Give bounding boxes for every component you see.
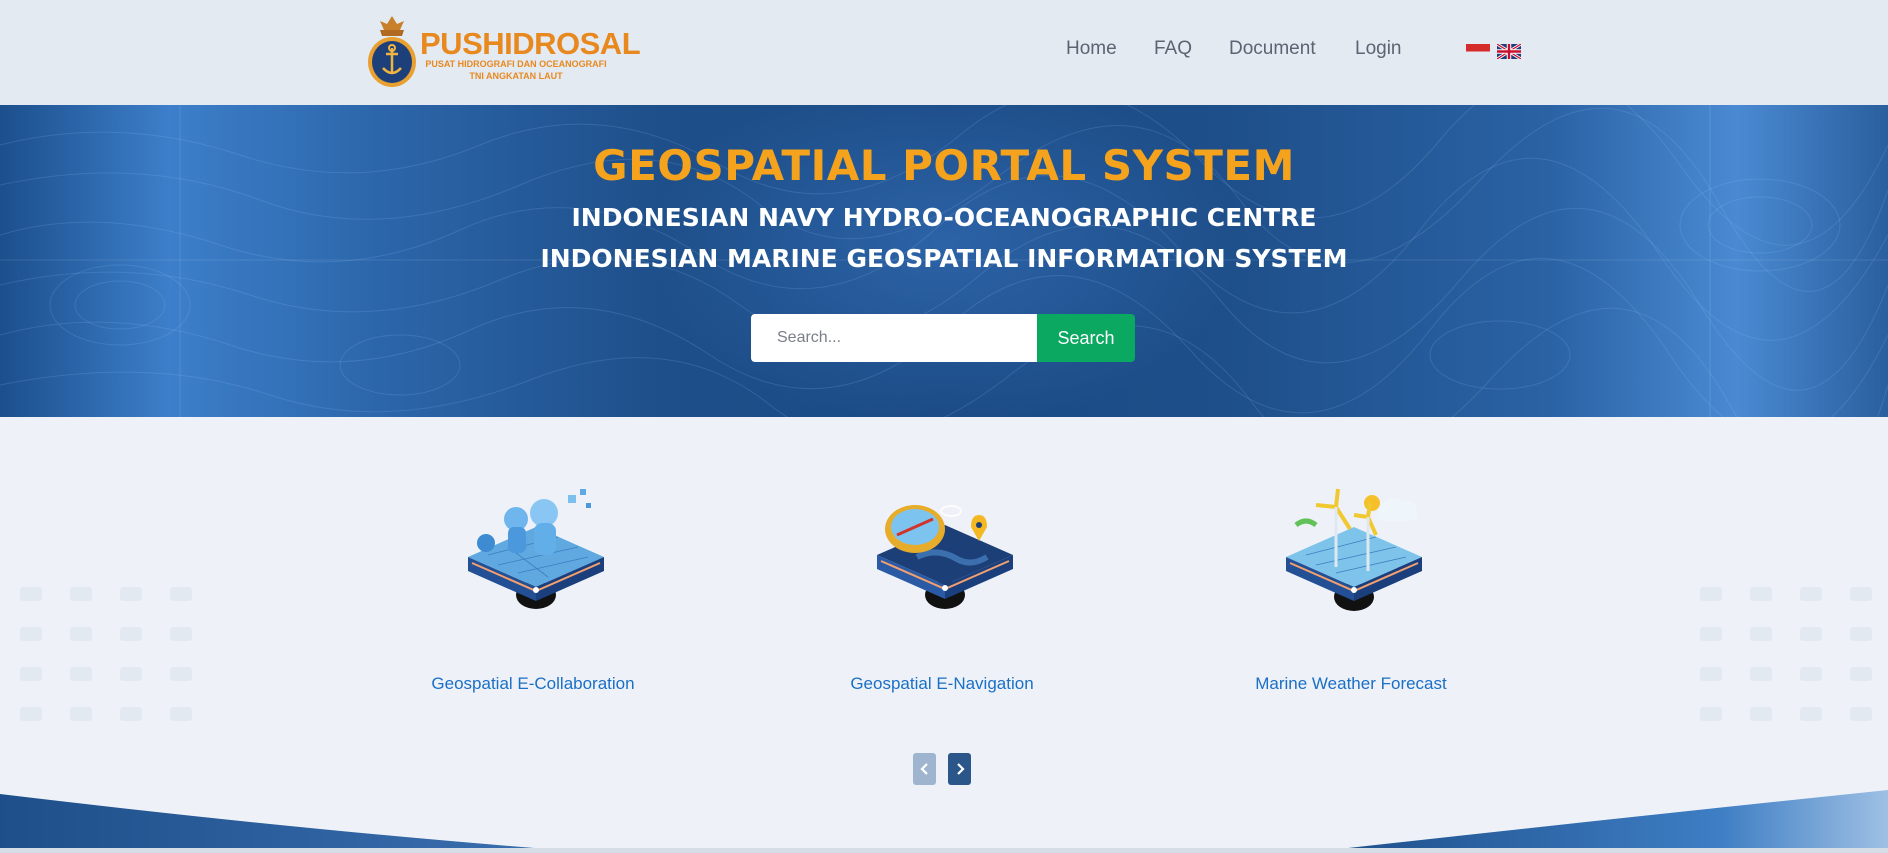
search-input[interactable] [751, 314, 1037, 362]
page: PUSHIDROSAL PUSAT HIDROGRAFI DAN OCEANOG… [0, 0, 1888, 853]
nav-login[interactable]: Login [1355, 38, 1402, 60]
nav-home[interactable]: Home [1066, 38, 1117, 60]
service-card-weather-forecast[interactable] [1221, 477, 1481, 707]
service-label-e-navigation[interactable]: Geospatial E-Navigation [812, 674, 1072, 694]
footer-wave-decoration [0, 790, 1888, 853]
uk-flag-icon[interactable] [1497, 44, 1521, 59]
service-card-e-navigation[interactable] [812, 477, 1072, 707]
nav-document[interactable]: Document [1229, 38, 1316, 60]
chevron-right-icon [956, 763, 965, 775]
service-label-weather-forecast[interactable]: Marine Weather Forecast [1221, 674, 1481, 694]
site-logo[interactable]: PUSHIDROSAL PUSAT HIDROGRAFI DAN OCEANOG… [366, 12, 641, 88]
logo-subtitle: PUSAT HIDROGRAFI DAN OCEANOGRAFI TNI ANG… [425, 59, 607, 81]
navy-emblem-icon [368, 16, 416, 87]
services-section: Geospatial E-Collaboration Geospatial E-… [0, 417, 1888, 853]
site-header: PUSHIDROSAL PUSAT HIDROGRAFI DAN OCEANOG… [0, 0, 1888, 105]
nav-faq[interactable]: FAQ [1154, 38, 1192, 60]
search-button[interactable]: Search [1037, 314, 1135, 362]
hero-banner: GEOSPATIAL PORTAL SYSTEM INDONESIAN NAVY… [0, 105, 1888, 417]
carousel-next-button[interactable] [948, 753, 971, 785]
indonesia-flag-icon[interactable] [1466, 44, 1490, 59]
hero-subtitle-system: INDONESIAN MARINE GEOSPATIAL INFORMATION… [540, 244, 1348, 273]
service-label-e-collaboration[interactable]: Geospatial E-Collaboration [403, 674, 663, 694]
logo-title: PUSHIDROSAL [420, 26, 641, 61]
chevron-left-icon [919, 763, 928, 775]
hero-title: GEOSPATIAL PORTAL SYSTEM [593, 141, 1295, 190]
service-card-e-collaboration[interactable] [403, 477, 663, 707]
weather-forecast-icon [1286, 488, 1422, 611]
e-navigation-icon [877, 505, 1013, 609]
e-collaboration-icon [468, 489, 604, 609]
hero-subtitle-centre: INDONESIAN NAVY HYDRO-OCEANOGRAPHIC CENT… [571, 203, 1317, 232]
carousel-prev-button[interactable] [913, 753, 936, 785]
